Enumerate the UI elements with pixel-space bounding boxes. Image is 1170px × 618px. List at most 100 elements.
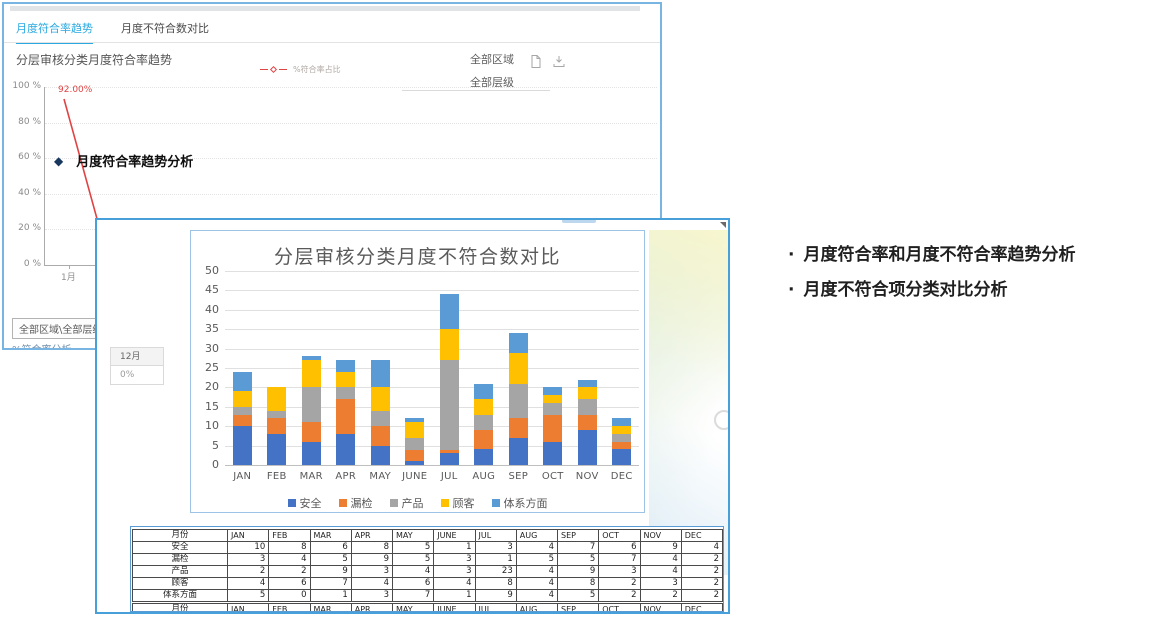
bar-segment (474, 430, 493, 449)
bar-segment (233, 407, 252, 415)
note-line: · 月度符合率和月度不符合率趋势分析 (788, 238, 1075, 273)
bar-segment (612, 442, 631, 450)
table-cell: 4 (269, 554, 310, 566)
table-cell: 4 (393, 566, 434, 578)
y-axis-line (44, 87, 45, 266)
bar-chart-title: 分层审核分类月度不符合数对比 (191, 242, 644, 269)
line-chart-legend: %符合率占比 (260, 64, 341, 75)
stacked-bar-jan (233, 372, 252, 465)
bar-x-tick-label: NOV (570, 471, 605, 482)
legend-swatch-icon (390, 499, 398, 507)
table-header-cell: NOV (640, 604, 681, 613)
table-cell: 3 (434, 554, 475, 566)
tab-monthly-nonconformance-compare[interactable]: 月度不符合数对比 (121, 20, 209, 44)
data-table-region: 月份JANFEBMARAPRMAYJUNEJULAUGSEPOCTNOVDEC安… (130, 526, 724, 612)
x-tick-label: 1月 (61, 270, 76, 283)
legend-swatch-icon (288, 499, 296, 507)
table-header-cell: SEP (558, 604, 599, 613)
table-header-cell: JUNE (434, 530, 475, 542)
legend-item: 顾客 (441, 495, 475, 511)
resize-handle-icon[interactable] (720, 222, 726, 228)
table-cell: 9 (640, 542, 681, 554)
decorative-circle (714, 410, 730, 430)
stacked-bar-nov (578, 380, 597, 465)
bar-segment (474, 399, 493, 415)
table-cell: 3 (228, 554, 269, 566)
table-cell: 5 (393, 542, 434, 554)
table-cell: 2 (681, 554, 722, 566)
download-icon[interactable] (553, 53, 565, 72)
bar-segment (336, 372, 355, 388)
region-filter[interactable]: 全部区域 (470, 51, 514, 67)
bar-gridline (225, 349, 639, 350)
table-cell: 顾客 (133, 578, 228, 590)
tab-monthly-compliance-trend[interactable]: 月度符合率趋势 (16, 20, 93, 44)
table-cell: 4 (228, 578, 269, 590)
bar-segment (509, 353, 528, 384)
legend-item-label: 顾客 (453, 495, 475, 511)
table-cell: 3 (640, 578, 681, 590)
table-header-cell: MAY (393, 530, 434, 542)
legend-swatch-icon (441, 499, 449, 507)
bar-x-tick-label: FEB (260, 471, 295, 482)
bar-segment (474, 415, 493, 431)
table-header-cell: 月份 (133, 604, 228, 613)
table-cell: 2 (269, 566, 310, 578)
bar-x-tick-label: JAN (225, 471, 260, 482)
bar-gridline (225, 368, 639, 369)
table-cell: 4 (351, 578, 392, 590)
table-cell: 9 (351, 554, 392, 566)
bar-segment (440, 453, 459, 465)
table-cell: 9 (310, 566, 351, 578)
legend-swatch-icon (492, 499, 500, 507)
bar-segment (543, 403, 562, 415)
data-table: 月份JANFEBMARAPRMAYJUNEJULAUGSEPOCTNOVDEC安… (132, 529, 723, 602)
table-cell: 5 (516, 554, 557, 566)
legend-item-label: 体系方面 (504, 495, 548, 511)
stacked-bar-apr (336, 360, 355, 465)
bar-segment (302, 442, 321, 465)
bar-segment (405, 438, 424, 450)
legend-line-left (260, 69, 268, 70)
stacked-bar-jul (440, 294, 459, 465)
bar-segment (440, 360, 459, 449)
bar-x-tick-label: JUL (432, 471, 467, 482)
table-cell: 5 (558, 554, 599, 566)
bar-segment (233, 372, 252, 391)
bar-segment (578, 399, 597, 415)
bar-segment (336, 399, 355, 434)
table-cell: 4 (516, 542, 557, 554)
bar-x-tick-label: SEP (501, 471, 536, 482)
legend-item: 体系方面 (492, 495, 548, 511)
bar-y-tick-label: 45 (193, 283, 219, 296)
bar-segment (267, 434, 286, 465)
bar-y-tick-label: 15 (193, 400, 219, 413)
bar-segment (405, 422, 424, 438)
legend-item: 漏检 (339, 495, 373, 511)
table-header-cell: JUL (475, 530, 516, 542)
stacked-bar-dec (612, 418, 631, 465)
legend-item-label: 安全 (300, 495, 322, 511)
table-cell: 5 (310, 554, 351, 566)
bar-segment (612, 418, 631, 426)
bar-gridline (225, 271, 639, 272)
table-cell: 1 (434, 590, 475, 602)
table-cell: 4 (516, 590, 557, 602)
legend-label: %符合率占比 (293, 64, 341, 75)
bar-segment (371, 446, 390, 465)
bar-segment (543, 415, 562, 442)
table-header-cell: JUL (475, 604, 516, 613)
bar-x-tick-label: OCT (536, 471, 571, 482)
bar-segment (233, 415, 252, 427)
table-header-cell: JAN (228, 604, 269, 613)
window-top-strip (10, 6, 640, 11)
table-cell: 5 (558, 590, 599, 602)
table-cell: 体系方面 (133, 590, 228, 602)
bar-segment (474, 384, 493, 400)
document-icon[interactable] (531, 53, 541, 72)
bar-segment (371, 426, 390, 445)
bar-segment (578, 387, 597, 399)
table-cell: 7 (393, 590, 434, 602)
table-header-cell: FEB (269, 604, 310, 613)
compliance-analysis-link[interactable]: %符合率分析 (12, 341, 72, 350)
